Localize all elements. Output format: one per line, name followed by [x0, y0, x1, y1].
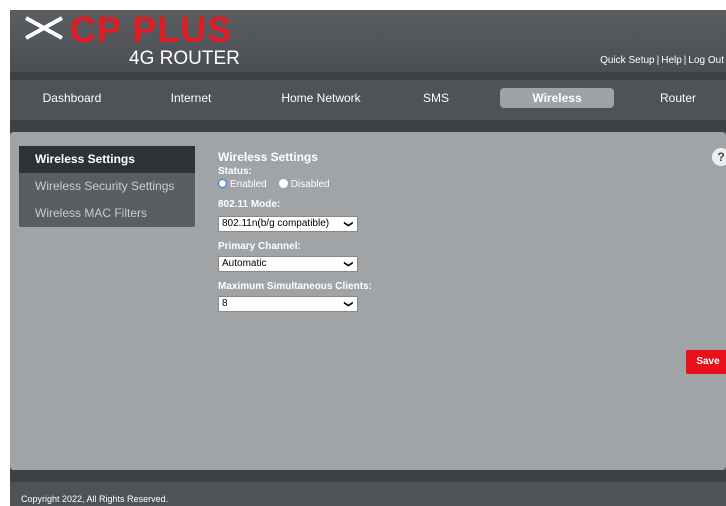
top-links: Quick Setup | Help | Log Out	[600, 55, 724, 66]
footer: Copyright 2022, All Rights Reserved.	[10, 482, 726, 506]
nav-home-network[interactable]: Home Network	[266, 88, 376, 108]
help-link[interactable]: Help	[661, 55, 682, 66]
chevron-down-icon: ❯	[344, 300, 355, 308]
form-title: Wireless Settings	[218, 150, 318, 164]
nav-dashboard[interactable]: Dashboard	[20, 88, 124, 108]
header-divider	[10, 72, 726, 80]
clients-select-value: 8	[222, 298, 228, 309]
status-radio-group: Enabled Disabled	[218, 179, 518, 199]
clients-select[interactable]: 8 ❯	[218, 296, 358, 312]
channel-select[interactable]: Automatic ❯	[218, 256, 358, 272]
brand-name: CP PLUS	[70, 9, 233, 50]
brand-product: 4G ROUTER	[129, 48, 240, 69]
nav-router[interactable]: Router	[636, 88, 720, 108]
chevron-down-icon: ❯	[344, 260, 355, 268]
save-button[interactable]: Save	[686, 350, 726, 374]
sidebar-item-wireless-security[interactable]: Wireless Security Settings	[19, 173, 195, 200]
mode-select-value: 802.11n(b/g compatible)	[222, 218, 330, 229]
disabled-radio[interactable]	[278, 179, 288, 188]
link-separator: |	[683, 55, 687, 66]
help-icon[interactable]: ?	[712, 148, 726, 166]
mode-label: 802.11 Mode:	[218, 199, 281, 210]
nav-divider	[10, 120, 726, 132]
quick-setup-link[interactable]: Quick Setup	[600, 55, 654, 66]
footer-divider	[10, 470, 726, 482]
chevron-down-icon: ❯	[344, 220, 355, 228]
wireless-settings-form: Wireless Settings Status: Enabled Disabl…	[218, 150, 518, 321]
status-label: Status:	[218, 166, 252, 177]
clients-label: Maximum Simultaneous Clients:	[218, 281, 372, 292]
disabled-radio-label[interactable]: Disabled	[291, 179, 330, 190]
content-panel: Wireless Settings Wireless Security Sett…	[10, 132, 726, 470]
main-nav: Dashboard Internet Home Network SMS Wire…	[10, 80, 726, 120]
sidebar-item-wireless-settings[interactable]: Wireless Settings	[19, 146, 195, 173]
sidebar: Wireless Settings Wireless Security Sett…	[19, 146, 195, 227]
sidebar-item-mac-filters[interactable]: Wireless MAC Filters	[19, 200, 195, 227]
cp-plus-logo-icon	[25, 16, 63, 40]
nav-wireless[interactable]: Wireless	[500, 88, 614, 108]
mode-select[interactable]: 802.11n(b/g compatible) ❯	[218, 216, 358, 232]
channel-label: Primary Channel:	[218, 241, 301, 252]
enabled-radio-label[interactable]: Enabled	[230, 179, 267, 190]
nav-sms[interactable]: SMS	[396, 88, 476, 108]
link-separator: |	[656, 55, 660, 66]
log-out-link[interactable]: Log Out	[688, 55, 724, 66]
header: CP PLUS 4G ROUTER Quick Setup | Help | Log O…	[10, 10, 726, 72]
router-admin-page: CP PLUS 4G ROUTER Quick Setup | Help | Log O…	[10, 10, 726, 506]
enabled-radio[interactable]	[218, 179, 227, 188]
copyright-text: Copyright 2022, All Rights Reserved.	[21, 494, 169, 504]
channel-select-value: Automatic	[222, 258, 267, 269]
nav-internet[interactable]: Internet	[146, 88, 236, 108]
